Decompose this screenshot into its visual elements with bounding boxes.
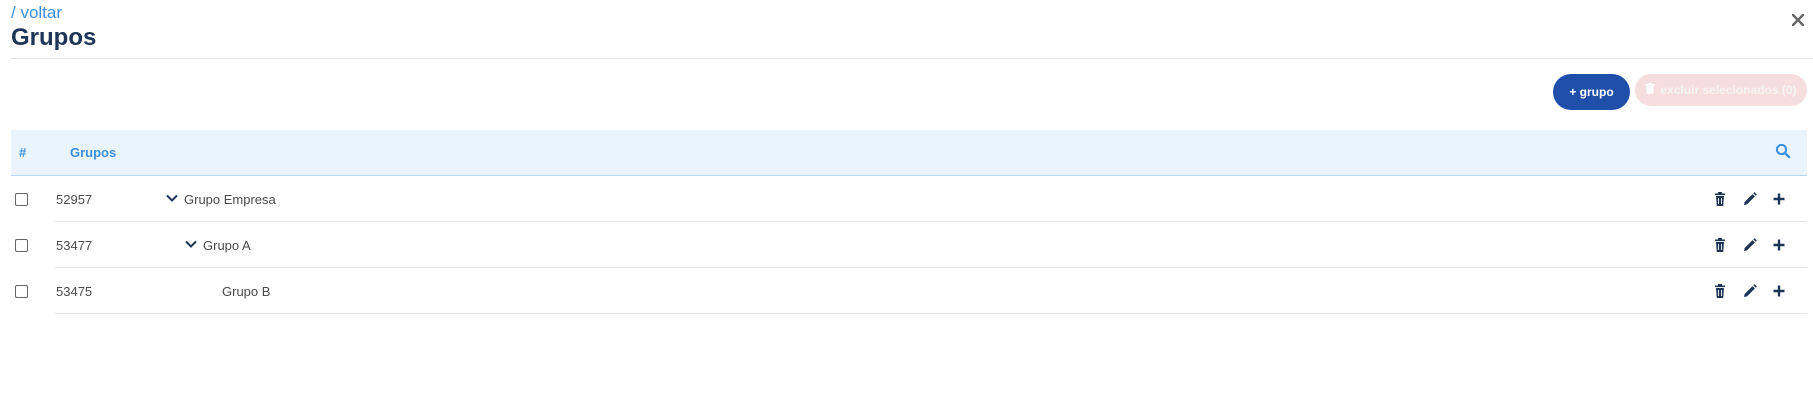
row-group-name: Grupo Empresa [184, 192, 276, 207]
search-icon[interactable] [1775, 143, 1793, 161]
row-checkbox[interactable] [15, 193, 28, 206]
plus-icon[interactable] [1771, 283, 1787, 299]
back-link[interactable]: / voltar [11, 3, 62, 23]
trash-icon[interactable] [1712, 191, 1728, 207]
row-id: 53475 [56, 284, 93, 299]
row-group-name: Grupo A [203, 238, 251, 253]
table-row: 53477 Grupo A [11, 222, 1807, 268]
table-header: # Grupos [11, 130, 1807, 176]
add-group-button[interactable]: + grupo [1553, 74, 1630, 110]
header-divider [11, 58, 1813, 59]
pencil-icon[interactable] [1742, 237, 1758, 253]
row-group-name: Grupo B [222, 284, 271, 299]
close-icon[interactable] [1787, 9, 1809, 31]
delete-selected-button[interactable]: excluir selecionados (0) [1635, 74, 1807, 106]
plus-icon[interactable] [1771, 237, 1787, 253]
add-group-label: + grupo [1569, 85, 1614, 99]
row-id: 52957 [56, 192, 93, 207]
table-row: 52957 Grupo Empresa [11, 176, 1807, 222]
pencil-icon[interactable] [1742, 283, 1758, 299]
column-header-groups[interactable]: Grupos [70, 145, 116, 160]
column-header-id: # [19, 145, 27, 160]
trash-icon[interactable] [1712, 283, 1728, 299]
row-checkbox[interactable] [15, 285, 28, 298]
row-divider [55, 313, 1807, 314]
plus-icon[interactable] [1771, 191, 1787, 207]
chevron-down-icon[interactable] [165, 191, 179, 205]
chevron-down-icon[interactable] [184, 237, 198, 251]
trash-icon[interactable] [1712, 237, 1728, 253]
page-title: Grupos [11, 24, 97, 51]
row-id: 53477 [56, 238, 93, 253]
delete-selected-label: excluir selecionados (0) [1660, 83, 1797, 97]
row-checkbox[interactable] [15, 239, 28, 252]
table-row: 53475 Grupo B [11, 268, 1807, 314]
pencil-icon[interactable] [1742, 191, 1758, 207]
trash-icon [1645, 83, 1655, 97]
